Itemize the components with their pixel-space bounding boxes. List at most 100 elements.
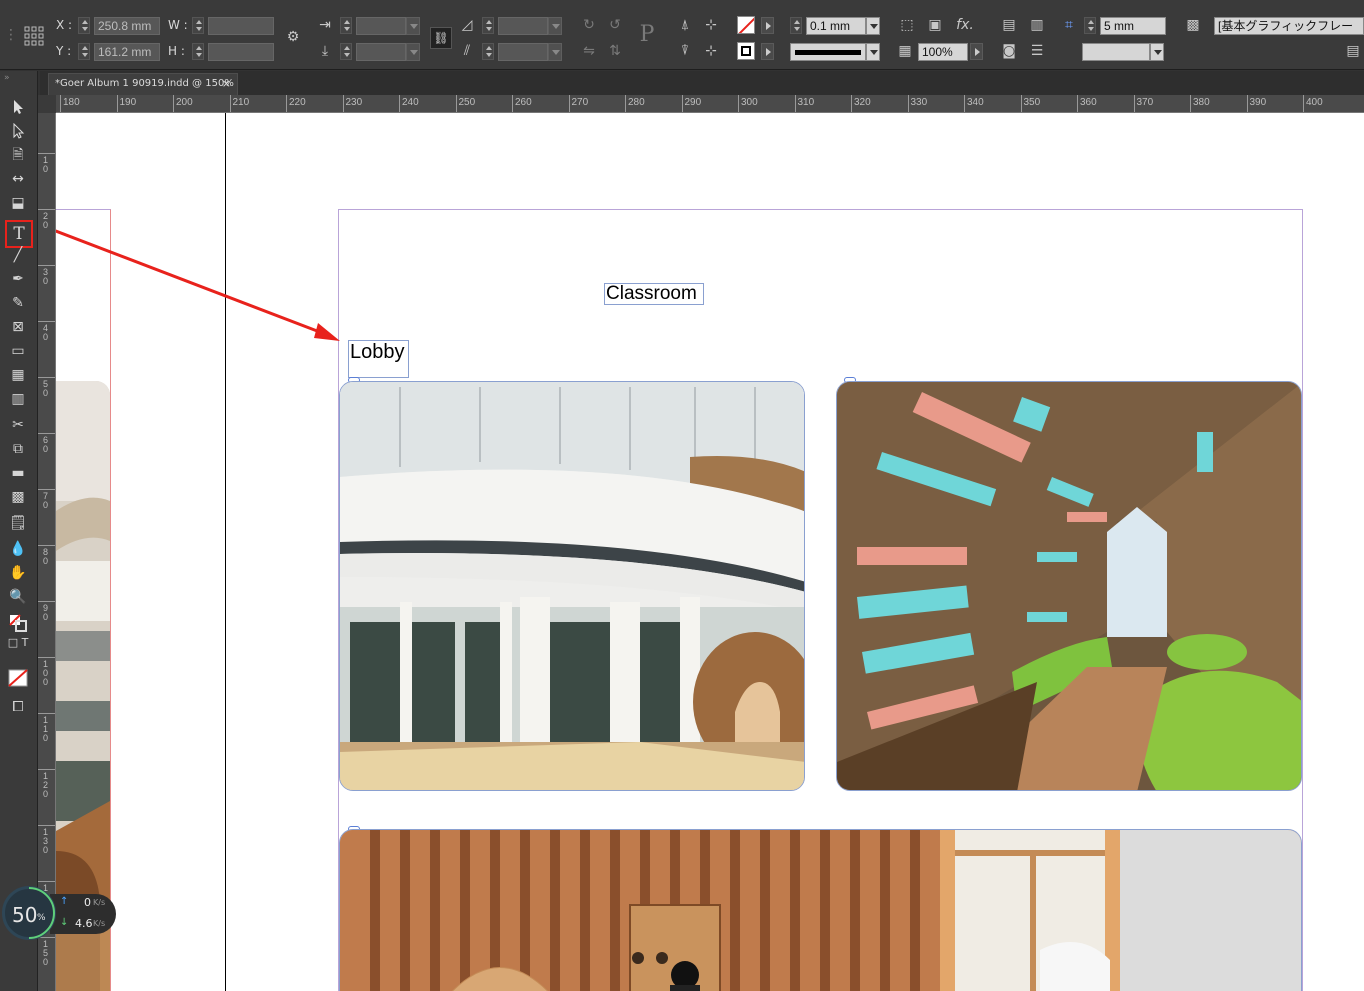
note-tool-icon[interactable]: 🗒 xyxy=(7,513,29,533)
stroke-type-dropdown[interactable] xyxy=(866,43,880,61)
formatting-affects-icon[interactable]: □ T xyxy=(7,633,29,653)
shear-angle-icon[interactable]: ⫽ xyxy=(458,42,476,60)
scale-x-dropdown[interactable] xyxy=(406,17,420,35)
screen-mode-icon[interactable]: ⧠ xyxy=(7,697,29,717)
apply-none-icon[interactable] xyxy=(7,667,29,687)
collapse-panel-icon[interactable]: » xyxy=(4,73,10,83)
constrain-proportions-icon[interactable]: ⚙ xyxy=(284,28,302,46)
pen-tool-icon[interactable]: ✒ xyxy=(7,269,29,289)
scale-y-stepper[interactable] xyxy=(340,43,352,60)
h-stepper[interactable] xyxy=(192,43,204,60)
vertical-ruler[interactable]: 102030405060708090100110120130140150 xyxy=(38,113,56,991)
type-tool-icon[interactable]: T xyxy=(5,220,33,248)
rotate-field[interactable] xyxy=(498,17,548,35)
stroke-swatch[interactable] xyxy=(737,42,755,60)
lobby-photo-frame[interactable] xyxy=(339,381,805,791)
opacity-menu-arrow[interactable] xyxy=(970,43,983,60)
fill-none-swatch[interactable] xyxy=(737,16,755,34)
reference-point-icon[interactable] xyxy=(24,26,44,46)
opacity-field[interactable]: 100% xyxy=(918,43,968,61)
rotate-dropdown[interactable] xyxy=(548,17,562,35)
width-field[interactable] xyxy=(208,17,274,35)
rectangle-tool-icon[interactable]: ▭ xyxy=(7,341,29,361)
close-tab-button[interactable]: × xyxy=(222,74,231,94)
panel-grip-icon[interactable]: ⋮ xyxy=(4,26,18,44)
stroke-weight-field[interactable]: 0.1 mm xyxy=(806,17,866,35)
line-tool-icon[interactable]: ╱ xyxy=(7,245,29,265)
wrap-bounding-box-icon[interactable]: ▥ xyxy=(1028,16,1046,34)
wrap-jump-icon[interactable]: ☰ xyxy=(1028,42,1046,60)
x-field[interactable]: 250.8 mm xyxy=(94,17,160,35)
y-field[interactable]: 161.2 mm xyxy=(94,43,160,61)
hand-tool-icon[interactable]: ✋ xyxy=(7,563,29,583)
direct-selection-tool-icon[interactable] xyxy=(7,121,29,141)
scale-x-stepper[interactable] xyxy=(340,17,352,34)
gap-tool-icon[interactable]: ↔ xyxy=(7,169,29,189)
content-collector-icon[interactable]: ⬓ xyxy=(7,193,29,213)
opacity-icon[interactable]: ▦ xyxy=(896,42,914,60)
gradient-feather-tool-icon[interactable]: ▩ xyxy=(7,487,29,507)
stroke-menu-arrow[interactable] xyxy=(761,43,774,60)
stroke-weight-dropdown[interactable] xyxy=(866,17,880,35)
y-stepper[interactable] xyxy=(78,43,90,60)
gradient-swatch-tool-icon[interactable]: ▬ xyxy=(7,463,29,483)
stroke-type-field[interactable] xyxy=(790,43,866,61)
select-next-icon[interactable]: ⊹ xyxy=(702,42,720,60)
fill-menu-arrow[interactable] xyxy=(761,17,774,34)
gap-stepper[interactable] xyxy=(1084,17,1096,34)
auto-fit-icon[interactable]: ⌗ xyxy=(1060,16,1078,34)
style-swatch-dropdown[interactable] xyxy=(1150,43,1164,61)
object-style-icon[interactable]: ▩ xyxy=(1184,16,1202,34)
style-swatch-field[interactable] xyxy=(1082,43,1150,61)
ruler-origin[interactable] xyxy=(38,95,56,113)
select-previous-icon[interactable]: ⊹ xyxy=(702,16,720,34)
select-content-icon[interactable]: ⍒ xyxy=(676,42,694,60)
object-style-field[interactable]: [基本グラフィックフレー xyxy=(1214,17,1364,35)
scale-x-field[interactable] xyxy=(356,17,406,35)
corner-options-icon[interactable]: ⬚ xyxy=(898,16,916,34)
rotate-ccw-icon[interactable]: ↺ xyxy=(606,16,624,34)
effects-fx-icon[interactable]: fx. xyxy=(956,16,974,34)
wrap-none-icon[interactable]: ▤ xyxy=(1000,16,1018,34)
shear-dropdown[interactable] xyxy=(548,43,562,61)
rotate-cw-icon[interactable]: ↻ xyxy=(580,16,598,34)
fill-stroke-icon[interactable] xyxy=(7,611,29,632)
corridor-photo-frame[interactable] xyxy=(836,381,1302,791)
free-transform-tool-icon[interactable]: ⧉ xyxy=(7,439,29,459)
page-tool-icon[interactable]: 🗎 xyxy=(7,145,29,165)
flip-vertical-icon[interactable]: ⇅ xyxy=(606,42,624,60)
horizontal-ruler[interactable]: 180 190 200 210 220 230 240 250 260 270 280 290 300 3… xyxy=(56,95,1364,113)
shear-field[interactable] xyxy=(498,43,548,61)
gap-field[interactable]: 5 mm xyxy=(1100,17,1166,35)
height-field[interactable] xyxy=(208,43,274,61)
classroom-text-frame[interactable]: Classroom xyxy=(604,283,704,305)
zoom-tool-icon[interactable]: 🔍 xyxy=(7,587,29,607)
reference-p-icon[interactable]: P xyxy=(634,24,660,46)
shear-stepper[interactable] xyxy=(482,43,494,60)
scale-y-field[interactable] xyxy=(356,43,406,61)
classroom-photo-frame[interactable] xyxy=(339,829,1302,991)
rectangle-frame-tool-icon[interactable]: ⊠ xyxy=(7,317,29,337)
scissors-tool-icon[interactable]: ✂ xyxy=(7,415,29,435)
scale-x-icon[interactable]: ⇥ xyxy=(316,16,334,34)
flip-horizontal-icon[interactable]: ⇋ xyxy=(580,42,598,60)
stroke-weight-stepper[interactable] xyxy=(790,17,802,34)
wrap-shape-icon[interactable]: ◙ xyxy=(1000,42,1018,60)
grid-tool-icon[interactable]: ▥ xyxy=(7,389,29,409)
table-tool-icon[interactable]: ▦ xyxy=(7,365,29,385)
scale-y-dropdown[interactable] xyxy=(406,43,420,61)
rotate-stepper[interactable] xyxy=(482,17,494,34)
link-scale-icon[interactable]: ⛓ xyxy=(430,27,452,49)
eyedropper-tool-icon[interactable]: 💧 xyxy=(7,539,29,559)
panel-menu-icon[interactable]: ▤ xyxy=(1344,42,1362,60)
w-stepper[interactable] xyxy=(192,17,204,34)
rotate-angle-icon[interactable]: ◿ xyxy=(458,16,476,34)
x-stepper[interactable] xyxy=(78,17,90,34)
pencil-tool-icon[interactable]: ✎ xyxy=(7,293,29,313)
document-tab[interactable]: *Goer Album 1 90919.indd @ 150% × xyxy=(48,73,238,95)
drop-shadow-icon[interactable]: ▣ xyxy=(926,16,944,34)
document-canvas[interactable]: Classroom Lobby xyxy=(56,113,1364,991)
selection-tool-icon[interactable] xyxy=(7,97,29,117)
scale-y-icon[interactable]: ⤓ xyxy=(316,42,334,60)
select-container-icon[interactable]: ⍋ xyxy=(676,16,694,34)
